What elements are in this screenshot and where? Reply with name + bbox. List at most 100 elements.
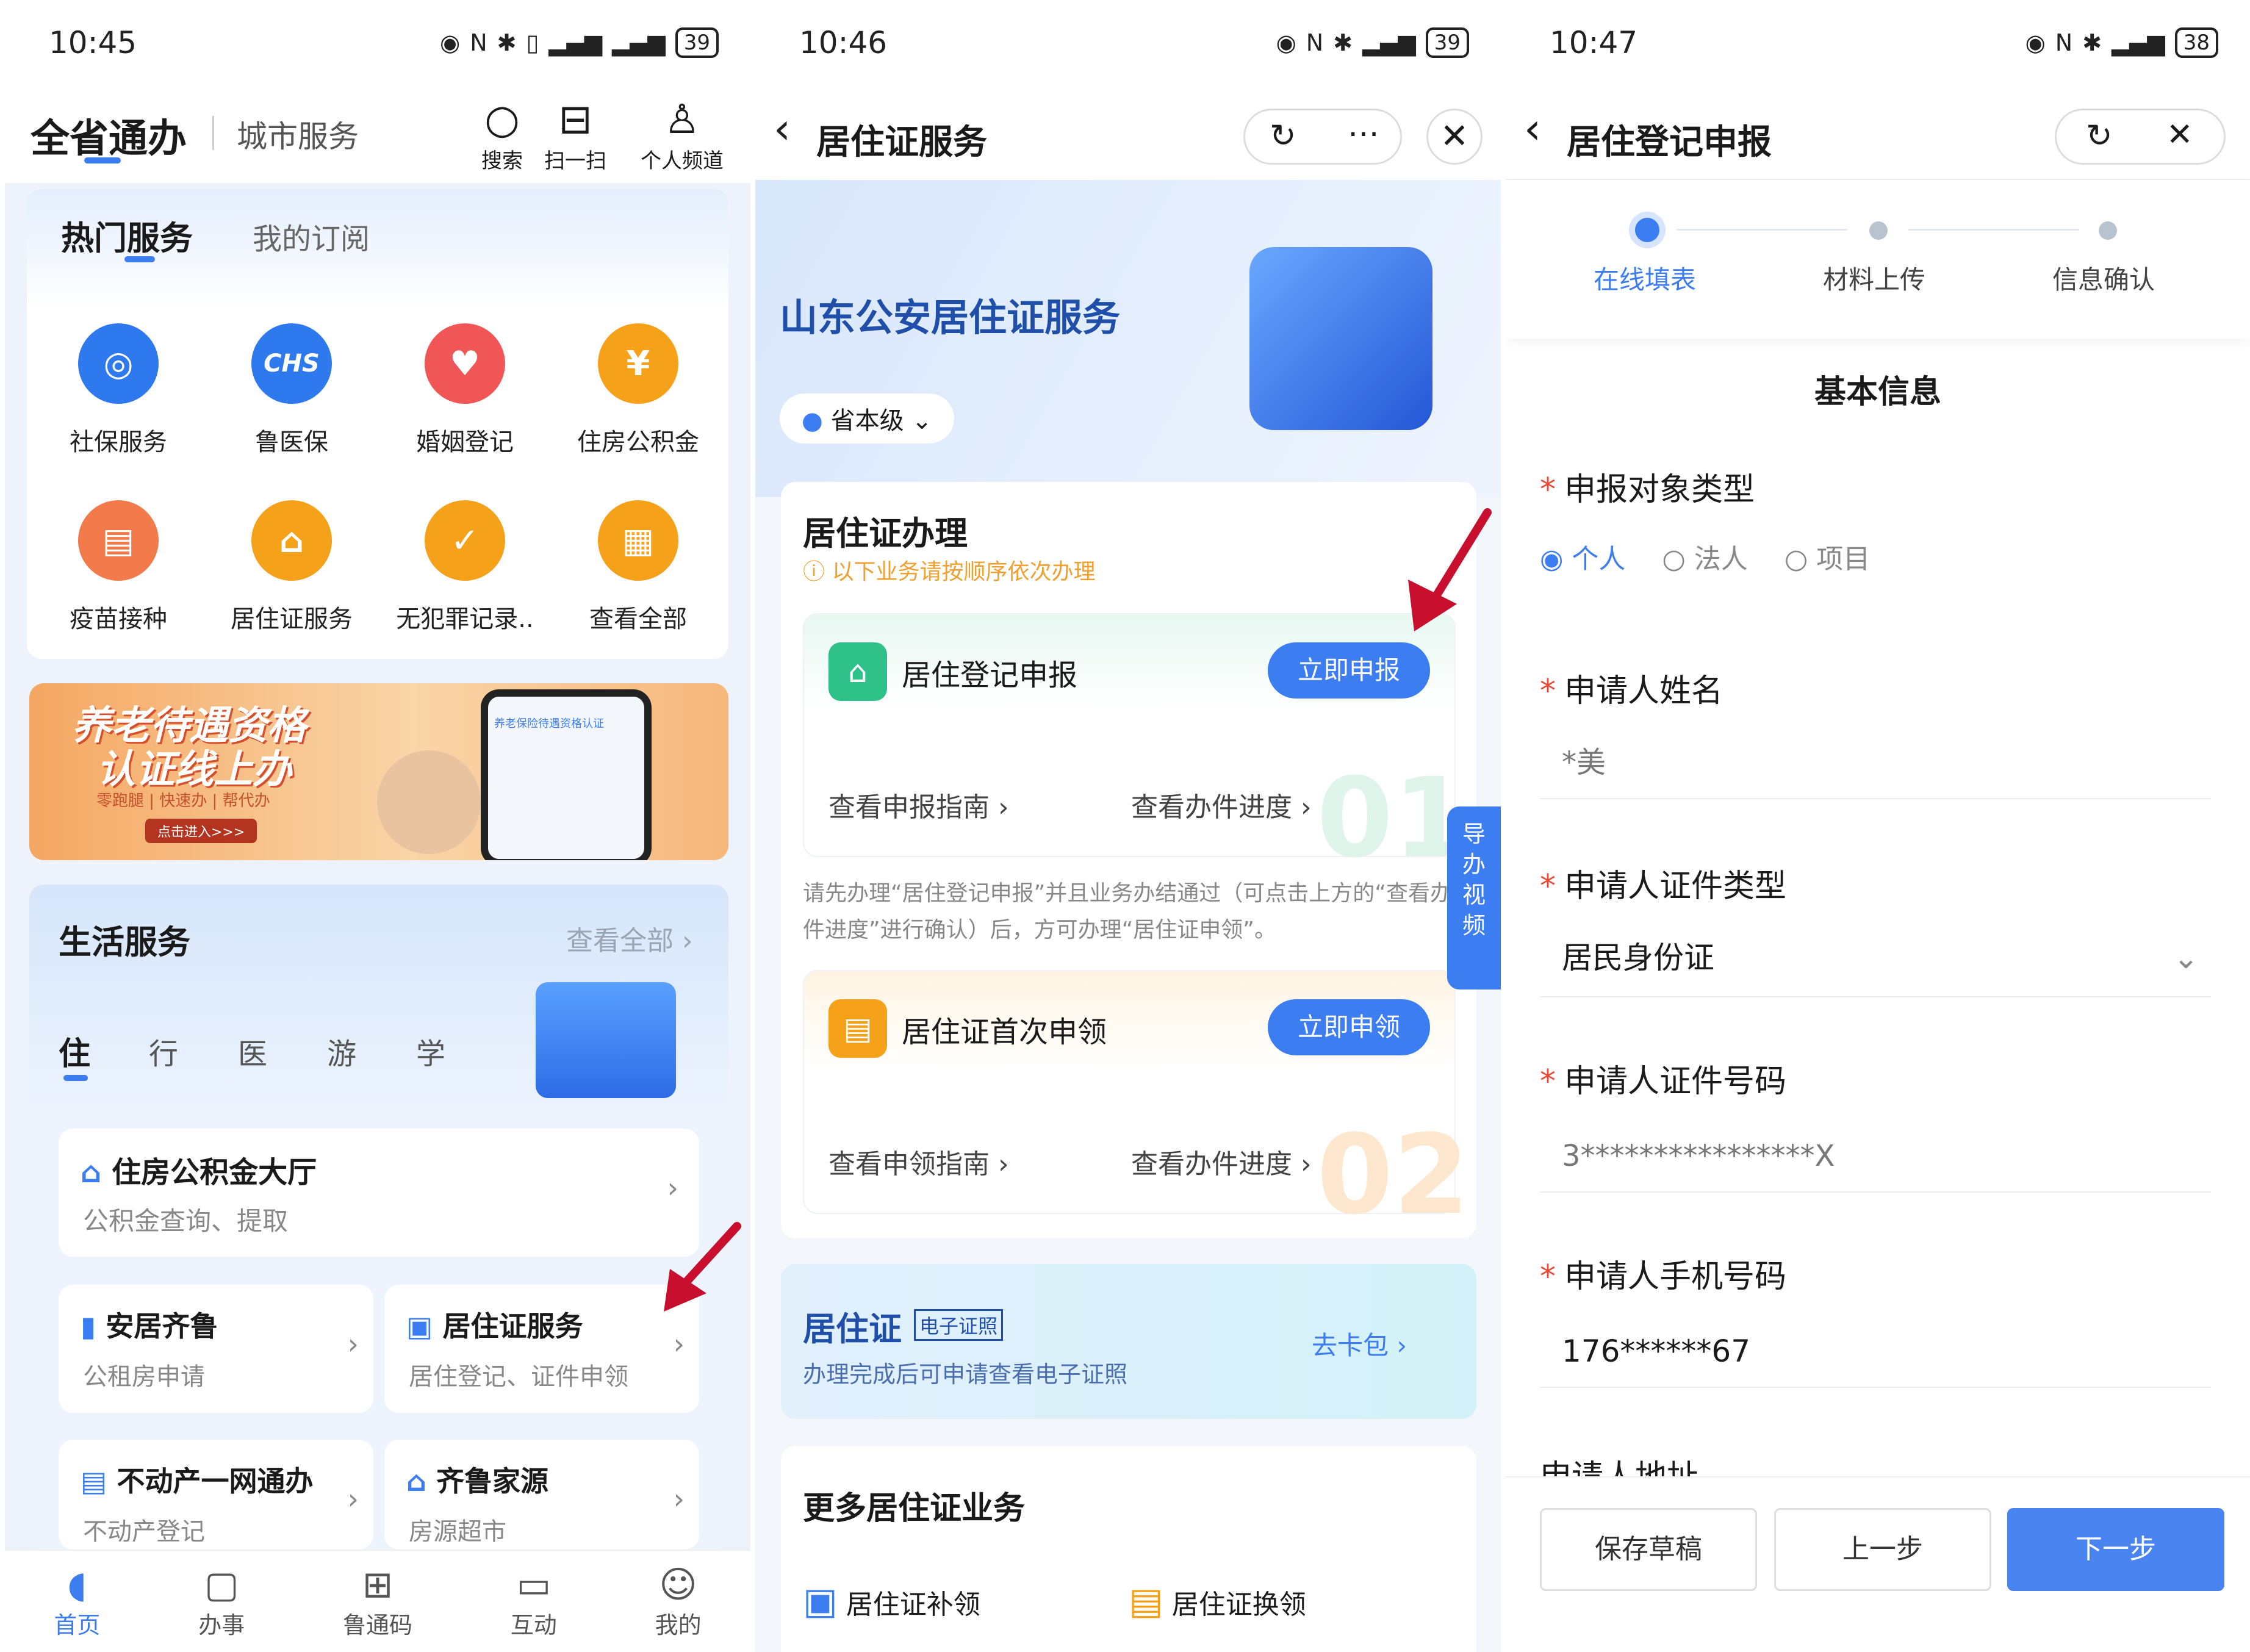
close-icon[interactable]: ✕ [1426,109,1483,165]
nav-services[interactable]: ▢ 办事 [198,1564,245,1640]
service-label: 住房公积金 [577,428,699,456]
required-star: * [1540,472,1556,508]
service-residence-card[interactable]: ⌂ 居住证服务 [206,500,377,634]
guide-label: 查看申报指南 [828,792,990,823]
qilu-home-card[interactable]: ⌂ 齐鲁家源 房源超市 › [384,1440,699,1550]
idno-input[interactable]: 3****************X [1540,1122,2211,1193]
reissue-icon: ▣ [803,1580,838,1623]
hero-title: 山东公安居住证服务 [780,295,1121,340]
radio-project[interactable]: ○ 项目 [1785,537,1870,576]
e-card-banner[interactable]: 居住证 电子证照 办理完成后可申请查看电子证照 去卡包 › [781,1264,1476,1419]
service-vaccine[interactable]: ▤ 疫苗接种 [33,500,204,634]
nav-header: ‹ 居住登记申报 ↻ ✕ [1506,85,2250,180]
prev-step-button[interactable]: 上一步 [1774,1508,1991,1591]
real-estate-card[interactable]: ▤ 不动产一网通办 不动产登记 › [59,1440,373,1550]
tab-hot-services[interactable]: 热门服务 [61,211,193,259]
tab-tour[interactable]: 游 [327,1030,356,1072]
back-arrow-icon[interactable]: ‹ [774,104,791,154]
nav-lutong-code[interactable]: ⊞ 鲁通码 [343,1564,412,1640]
reissue-item[interactable]: ▣ 居住证补领 [803,1580,980,1623]
phone-caption: 养老保险待遇资格认证 [494,717,604,730]
page-title[interactable]: 全省通办 [31,107,187,163]
bottom-nav: ◖ 首页 ▢ 办事 ⊞ 鲁通码 ▭ 互动 ☺ 我的 [5,1550,750,1652]
chs-icon: CHS [251,323,332,404]
service-marriage[interactable]: ♥ 婚姻登记 [379,323,550,458]
status-icons: ◉ N ✱ ▂▄▆ 39 [1276,27,1469,58]
eye-icon: ◉ [2025,29,2046,56]
radio-legal-person[interactable]: ○ 法人 [1662,537,1747,576]
address-label-text: 申请人地址 [1540,1459,1698,1476]
housing-fund-hall-card[interactable]: ⌂ 住房公积金大厅 公积金查询、提取 › [59,1129,699,1257]
location-pin-icon: ● [802,407,823,435]
life-view-all-link[interactable]: 查看全部 › [566,919,693,958]
fund-hall-title: ⌂ 住房公积金大厅 [81,1148,317,1191]
house-icon: ⌂ [828,642,887,701]
service-housing-fund[interactable]: ¥ 住房公积金 [553,323,724,458]
radio-checked-icon: ◉ [1540,544,1564,575]
radio-unchecked-icon: ○ [1784,544,1808,575]
shop-icon: ⌂ [406,1465,426,1498]
tab-medical[interactable]: 医 [238,1030,267,1072]
name-input[interactable]: *美 [1540,732,2211,799]
banner-cta[interactable]: 点击进入>>> [145,819,257,843]
order-hint: ⓘ 以下业务请按顺序依次办理 [803,554,1095,586]
pension-banner[interactable]: 养老待遇资格 认证线上办 零跑腿 | 快速办 | 帮代办 点击进入>>> 养老保… [29,683,728,860]
section-title: 居住证办理 [803,514,968,553]
fund-hall-desc: 公积金查询、提取 [83,1206,289,1236]
view-progress-link[interactable]: 查看办件进度 › [1131,785,1312,824]
anju-title: ▮ 安居齐鲁 [81,1304,218,1345]
apply-card-button[interactable]: 立即申领 [1268,999,1430,1055]
apply-registration-button[interactable]: 立即申报 [1268,642,1430,699]
signal-icon: ▂▄▆ [2112,29,2165,56]
scan-button[interactable]: ⊟ 扫一扫 [542,95,609,174]
nav-header: ‹ 居住证服务 ↻ ⋯ ✕ [755,85,1501,180]
idtype-label: * 申请人证件类型 [1540,860,1786,906]
service-view-all[interactable]: ▦ 查看全部 [553,500,724,634]
guide-video-tab[interactable]: 导 办 视 频 [1447,806,1501,989]
renew-item[interactable]: ▤ 居住证换领 [1129,1580,1306,1623]
eye-icon: ◉ [440,29,461,56]
idtype-label-text: 申请人证件类型 [1564,868,1787,905]
view-progress-link[interactable]: 查看办件进度 › [1131,1142,1312,1181]
save-draft-button[interactable]: 保存草稿 [1540,1508,1757,1591]
life-services-title: 生活服务 [59,923,190,961]
close-icon[interactable]: ✕ [2166,117,2193,153]
tab-study[interactable]: 学 [416,1030,445,1072]
status-bar: 10:47 ◉ N ✱ ▂▄▆ 38 [1506,0,2250,85]
refresh-icon[interactable]: ↻ [2086,118,2113,154]
level-selector[interactable]: ● 省本级 ⌄ [780,393,954,444]
nav-label: 我的 [655,1611,702,1639]
nav-home[interactable]: ◖ 首页 [54,1564,100,1640]
service-social-security[interactable]: ◎ 社保服务 [33,323,204,458]
divider [212,116,214,150]
tab-my-subscriptions[interactable]: 我的订阅 [253,215,370,257]
step-online-form: 在线填表 [1594,265,1697,295]
anju-qilu-card[interactable]: ▮ 安居齐鲁 公租房申请 › [59,1285,373,1413]
nav-mine[interactable]: ☺ 我的 [655,1564,702,1640]
required-star: * [1540,1063,1556,1100]
name-label: * 申请人姓名 [1540,665,1723,711]
refresh-icon[interactable]: ↻ [1270,118,1296,154]
service-medical-insurance[interactable]: CHS 鲁医保 [206,323,377,458]
service-no-criminal-record[interactable]: ✓ 无犯罪记录.. [379,500,550,634]
tab-live[interactable]: 住 [59,1028,90,1074]
city-services-tab[interactable]: 城市服务 [237,112,359,156]
phone-input[interactable]: 176******67 [1540,1318,2211,1388]
life-services-card: 生活服务 查看全部 › 住 行 医 游 学 ⌂ 住房公积金大厅 公积金查询、提取… [29,885,728,1550]
step-dot [1869,221,1888,240]
view-guide-link[interactable]: 查看申报指南 › [828,785,1009,824]
idtype-select[interactable]: 居民身份证 ⌄ [1540,924,2211,997]
nav-interaction[interactable]: ▭ 互动 [511,1564,557,1640]
tab-travel[interactable]: 行 [149,1030,178,1072]
side-tab-char: 频 [1462,912,1486,939]
view-guide-link[interactable]: 查看申领指南 › [828,1142,1009,1181]
service-label: 疫苗接种 [70,605,167,633]
go-wallet-link[interactable]: 去卡包 › [1312,1325,1407,1362]
radio-individual[interactable]: ◉ 个人 [1540,537,1625,576]
search-button[interactable]: ○ 搜索 [475,95,530,174]
more-icon[interactable]: ⋯ [1348,115,1379,152]
info-icon: ⓘ [803,559,825,584]
back-arrow-icon[interactable]: ‹ [1524,104,1541,154]
personal-channel-button[interactable]: ♙ 个人频道 [627,95,737,174]
next-step-button[interactable]: 下一步 [2007,1508,2224,1591]
